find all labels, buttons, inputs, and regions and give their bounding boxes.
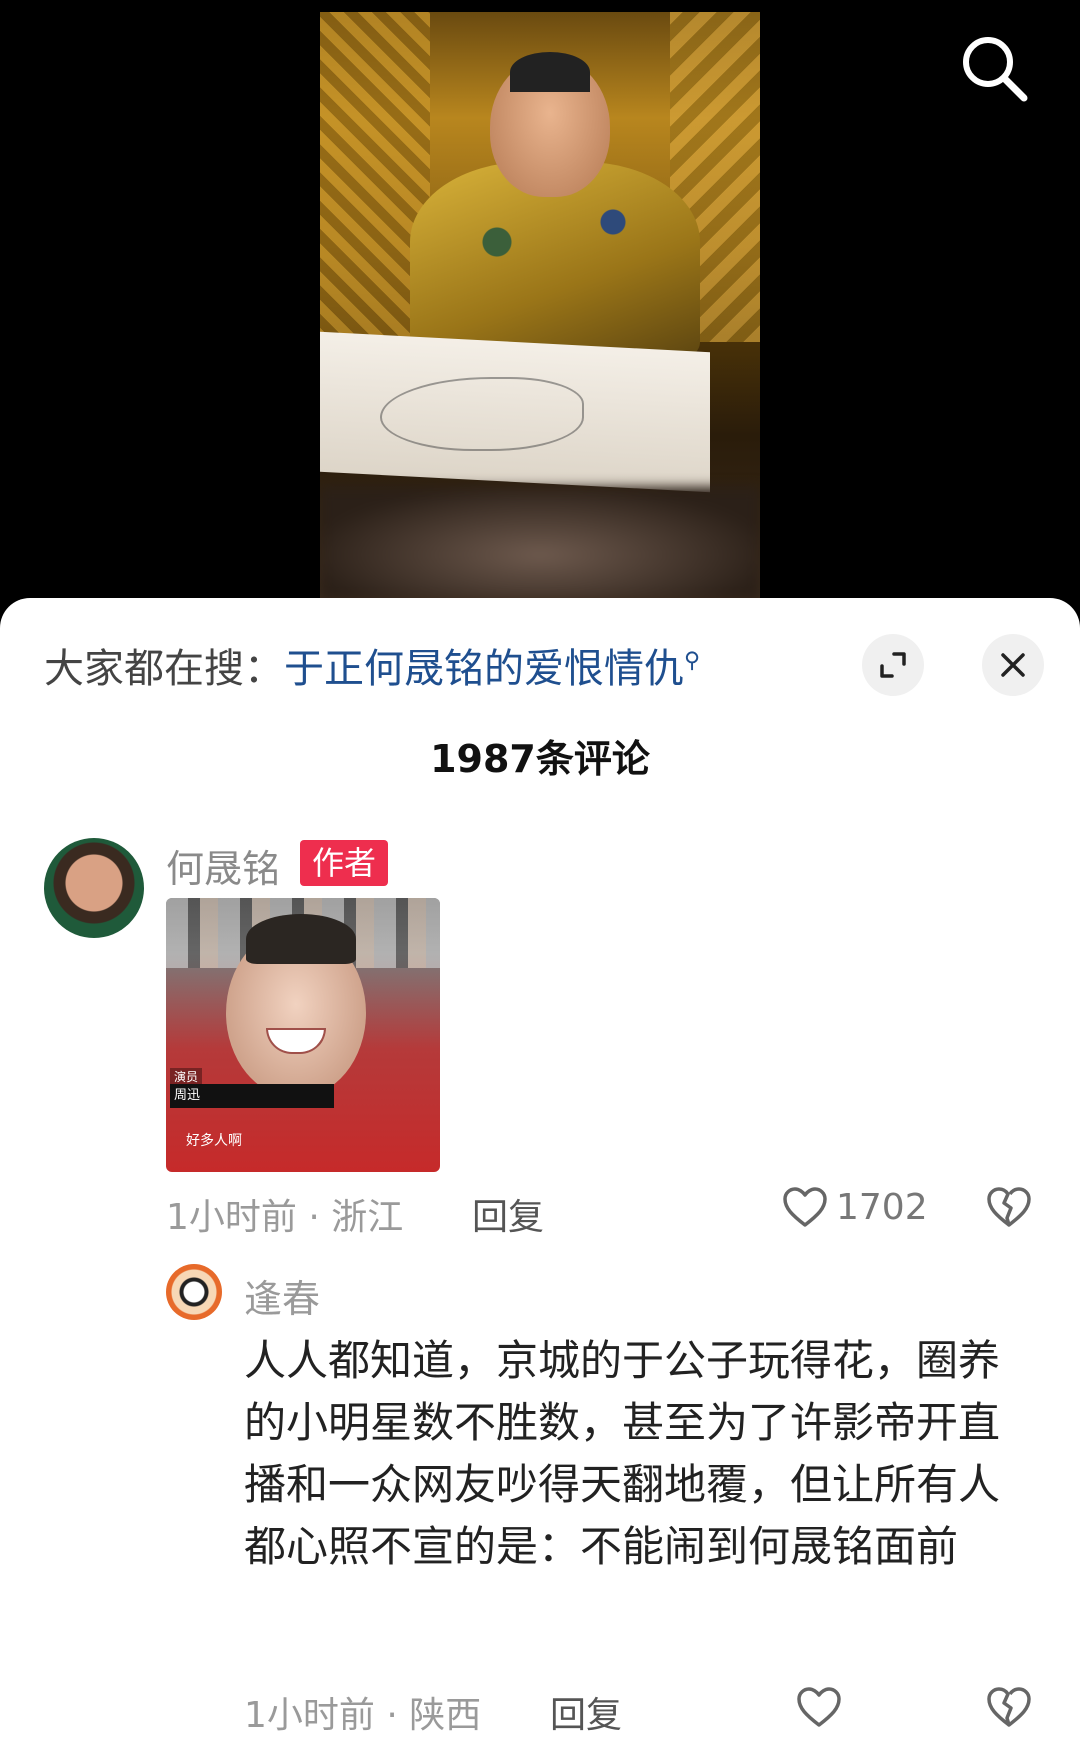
search-suggestion-query[interactable]: 于正何晟铭的爱恨情仇 <box>284 646 684 692</box>
reply-username[interactable]: 逢春 <box>244 1268 320 1323</box>
reply-like-button[interactable] <box>796 1686 842 1732</box>
like-count: 1702 <box>836 1186 928 1228</box>
dislike-button[interactable] <box>986 1186 1032 1232</box>
image-caption-subtitle: 好多人啊 <box>186 1133 242 1149</box>
comment-image[interactable]: 演员 周迅 好多人啊 <box>166 898 440 1172</box>
comment-username[interactable]: 何晟铭 <box>166 838 280 893</box>
search-suggestion[interactable]: 大家都在搜：于正何晟铭的爱恨情仇⚲ <box>44 636 700 694</box>
reply-reply-button[interactable]: 回复 <box>550 1686 622 1738</box>
author-badge: 作者 <box>300 840 388 886</box>
close-icon <box>1001 653 1025 677</box>
blurred-area <box>320 487 760 600</box>
comment-time-location: 1小时前 · 浙江 <box>166 1197 404 1238</box>
expand-button[interactable] <box>862 634 924 696</box>
reply-text: 人人都知道，京城的于公子玩得花，圈养的小明星数不胜数，甚至为了许影帝开直播和一众… <box>244 1336 1001 1571</box>
broken-heart-icon <box>987 1187 1031 1227</box>
image-caption-role: 演员 <box>170 1068 203 1085</box>
comment-count: 1987条评论 <box>430 737 650 781</box>
emperor-hair <box>510 52 590 92</box>
search-suggestion-prefix: 大家都在搜： <box>44 646 284 692</box>
reply-button[interactable]: 回复 <box>472 1188 544 1240</box>
close-button[interactable] <box>982 634 1044 696</box>
search-button[interactable] <box>958 32 1030 104</box>
avatar[interactable] <box>44 838 144 938</box>
heart-icon <box>797 1687 841 1727</box>
broken-heart-icon <box>987 1687 1031 1727</box>
woman-hair <box>246 914 356 964</box>
magnifier-icon: ⚲ <box>684 648 701 674</box>
video-frame[interactable] <box>320 12 760 600</box>
reply-time-location: 1小时前 · 陕西 <box>244 1695 482 1736</box>
reply-avatar[interactable] <box>166 1264 222 1320</box>
image-caption-name: 周迅 <box>170 1084 334 1108</box>
expand-icon <box>880 652 906 678</box>
heart-icon <box>783 1187 827 1227</box>
search-icon <box>963 37 1028 102</box>
reply-dislike-button[interactable] <box>986 1686 1032 1732</box>
like-button[interactable]: 1702 <box>782 1186 928 1228</box>
video-player[interactable] <box>0 0 1080 600</box>
comment-sheet: 大家都在搜：于正何晟铭的爱恨情仇⚲ 1987条评论 何晟铭 作者 演员 周迅 好… <box>0 598 1080 1741</box>
